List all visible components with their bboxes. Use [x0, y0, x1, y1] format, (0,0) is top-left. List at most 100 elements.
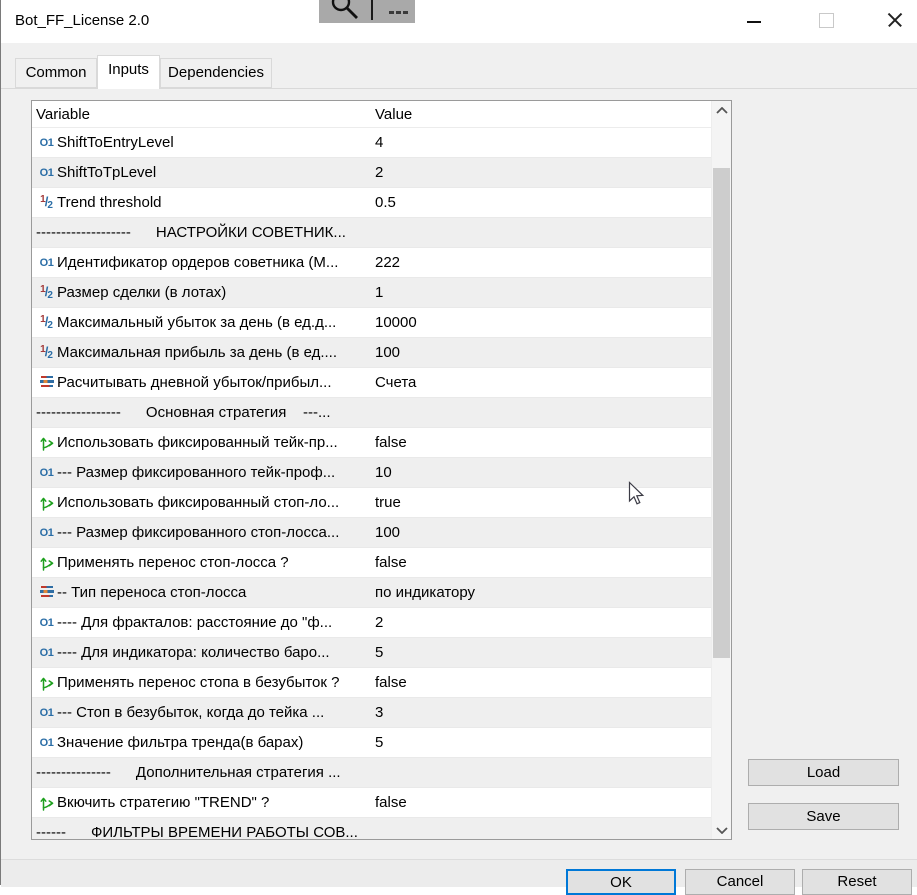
variable-cell: Применять перенос стопа в безубыток ? [32, 668, 368, 697]
value-cell[interactable]: true [369, 488, 711, 517]
enum-type-icon [36, 368, 57, 397]
value-cell[interactable]: Счета [369, 368, 711, 397]
load-button[interactable]: Load [748, 759, 899, 786]
variable-label: Использовать фиксированный стоп-ло... [57, 494, 340, 511]
mouse-cursor [628, 481, 645, 505]
value-cell[interactable]: 5 [369, 638, 711, 667]
integer-type-icon: O1 [39, 526, 54, 539]
ellipsis-icon [389, 1, 415, 14]
variable-cell: O1 ShiftToTpLevel [32, 158, 368, 187]
window-title: Bot_FF_License 2.0 [15, 12, 150, 29]
param-row[interactable]: 1/2 Trend threshold 0.5 [32, 188, 711, 218]
value-cell[interactable]: 100 [369, 338, 711, 367]
integer-type-icon: O1 [39, 646, 54, 659]
param-row[interactable]: O1 --- Стоп в безубыток, когда до тейка .… [32, 698, 711, 728]
param-row[interactable]: O1 ShiftToTpLevel 2 [32, 158, 711, 188]
param-row[interactable]: -- Тип переноса стоп-лосса по индикатору [32, 578, 711, 608]
ok-button[interactable]: OK [566, 869, 676, 895]
variable-cell: O1 --- Стоп в безубыток, когда до тейка .… [32, 698, 368, 727]
maximize-button[interactable] [813, 11, 839, 29]
boolean-type-icon [36, 548, 57, 577]
value-cell[interactable]: 0.5 [369, 188, 711, 217]
param-row[interactable]: O1 ShiftToEntryLevel 4 [32, 128, 711, 158]
param-row[interactable]: O1 Идентификатор ордеров советника (М... 2… [32, 248, 711, 278]
param-row[interactable]: Вкючить стратегию "TREND" ? false [32, 788, 711, 818]
value-cell[interactable] [369, 758, 711, 787]
value-cell[interactable]: по индикатору [369, 578, 711, 607]
variable-cell: 1/2 Trend threshold [32, 188, 368, 217]
vertical-scrollbar[interactable] [711, 101, 731, 839]
section-separator-row[interactable]: --------------- Дополнительная стратегия… [32, 758, 711, 788]
param-row[interactable]: 1/2 Максимальный убыток за день (в ед.д..… [32, 308, 711, 338]
cancel-button[interactable]: Cancel [685, 869, 795, 895]
expert-properties-dialog: Common Inputs Dependencies Variable Valu… [1, 43, 917, 895]
param-row[interactable]: 1/2 Максимальная прибыль за день (в ед...… [32, 338, 711, 368]
variable-cell: O1 ---- Для фракталов: расстояние до "ф..… [32, 608, 368, 637]
double-type-icon: 1/2 [40, 283, 53, 301]
value-cell[interactable]: 3 [369, 698, 711, 727]
value-cell[interactable] [369, 818, 711, 839]
double-type-icon: 1/2 [40, 313, 53, 331]
variable-label: ---- Для фракталов: расстояние до "ф... [57, 614, 333, 631]
integer-type-icon: O1 [39, 466, 54, 479]
param-row[interactable]: Использовать фиксированный стоп-ло... tru… [32, 488, 711, 518]
value-cell[interactable]: 222 [369, 248, 711, 277]
param-row[interactable]: Использовать фиксированный тейк-пр... fal… [32, 428, 711, 458]
value-cell[interactable]: false [369, 428, 711, 457]
variable-cell: ------------------- НАСТРОЙКИ СОВЕТНИК..… [32, 218, 368, 247]
integer-type-icon: O1 [39, 136, 54, 149]
value-cell[interactable]: 10000 [369, 308, 711, 337]
param-row[interactable]: O1 --- Размер фиксированного тейк-проф...… [32, 458, 711, 488]
scrollbar-thumb[interactable] [713, 168, 730, 658]
magnifier-icon [331, 0, 358, 19]
screen-capture-toolbar[interactable] [319, 0, 415, 23]
value-cell[interactable]: 2 [369, 158, 711, 187]
value-cell[interactable]: 2 [369, 608, 711, 637]
chevron-up-icon [716, 107, 728, 114]
param-table-body: O1 ShiftToEntryLevel 4 O1 ShiftToTpLevel 2 1/2… [32, 128, 711, 839]
tab-dependencies[interactable]: Dependencies [160, 58, 272, 88]
tab-common[interactable]: Common [15, 58, 97, 88]
reset-button[interactable]: Reset [802, 869, 912, 895]
variable-cell: 1/2 Максимальный убыток за день (в ед.д..… [32, 308, 368, 337]
value-cell[interactable]: false [369, 668, 711, 697]
title-bar: Bot_FF_License 2.0 [1, 0, 917, 43]
value-cell[interactable]: false [369, 548, 711, 577]
param-row[interactable]: Применять перенос стопа в безубыток ? fal… [32, 668, 711, 698]
variable-cell: O1 Значение фильтра тренда(в барах) [32, 728, 368, 757]
value-cell[interactable]: 5 [369, 728, 711, 757]
value-cell[interactable]: 1 [369, 278, 711, 307]
save-button[interactable]: Save [748, 803, 899, 830]
param-row[interactable]: O1 ---- Для фракталов: расстояние до "ф..… [32, 608, 711, 638]
param-row[interactable]: O1 ---- Для индикатора: количество баро..… [32, 638, 711, 668]
param-row[interactable]: 1/2 Размер сделки (в лотах) 1 [32, 278, 711, 308]
value-cell[interactable] [369, 398, 711, 427]
integer-type-icon: O1 [39, 166, 54, 179]
value-cell[interactable]: false [369, 788, 711, 817]
scrollbar-down-button[interactable] [712, 820, 731, 839]
param-row[interactable]: Расчитывать дневной убыток/прибыл... Счет… [32, 368, 711, 398]
variable-cell: Использовать фиксированный тейк-пр... [32, 428, 368, 457]
param-row[interactable]: O1 --- Размер фиксированного стоп-лосса..… [32, 518, 711, 548]
tab-inputs[interactable]: Inputs [97, 55, 160, 89]
param-row[interactable]: O1 Значение фильтра тренда(в барах) 5 [32, 728, 711, 758]
boolean-type-icon [36, 668, 57, 697]
variable-label: -- Тип переноса стоп-лосса [57, 584, 247, 601]
value-cell[interactable]: 100 [369, 518, 711, 547]
value-cell[interactable] [369, 218, 711, 247]
variable-label: Значение фильтра тренда(в барах) [57, 734, 304, 751]
param-row[interactable]: Применять перенос стоп-лосса ? false [32, 548, 711, 578]
section-separator-row[interactable]: ------ ФИЛЬТРЫ ВРЕМЕНИ РАБОТЫ СОВ... [32, 818, 711, 839]
minimize-button[interactable] [741, 13, 767, 31]
variable-label: Вкючить стратегию "TREND" ? [57, 794, 270, 811]
maximize-icon [819, 13, 834, 28]
section-separator-row[interactable]: ----------------- Основная стратегия ---… [32, 398, 711, 428]
inputs-table: Variable Value O1 ShiftToEntryLevel 4 O1 Shi… [31, 100, 732, 840]
variable-label: Идентификатор ордеров советника (М... [57, 254, 339, 271]
value-cell[interactable]: 4 [369, 128, 711, 157]
value-cell[interactable]: 10 [369, 458, 711, 487]
section-separator-row[interactable]: ------------------- НАСТРОЙКИ СОВЕТНИК..… [32, 218, 711, 248]
variable-label: Расчитывать дневной убыток/прибыл... [57, 374, 332, 391]
scrollbar-up-button[interactable] [712, 101, 731, 120]
close-button[interactable] [881, 9, 907, 31]
